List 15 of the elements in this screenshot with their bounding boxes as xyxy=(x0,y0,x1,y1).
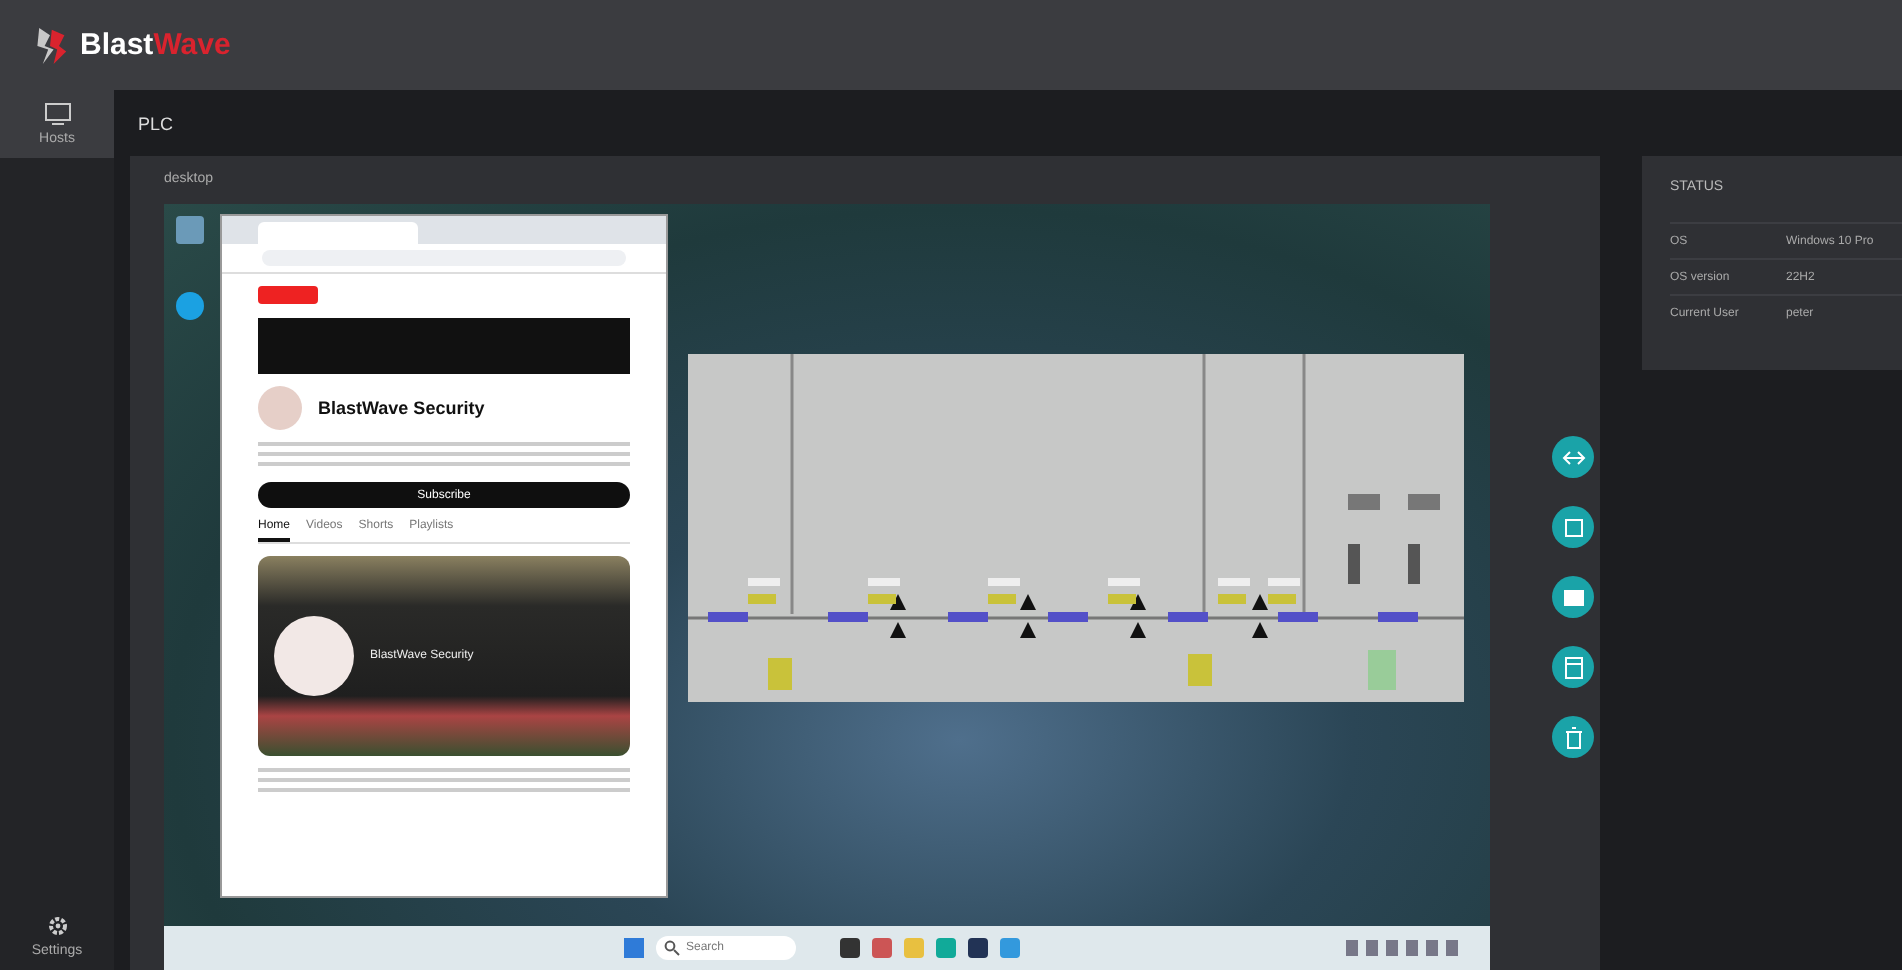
square-icon xyxy=(1561,515,1585,539)
channel-avatar-icon xyxy=(258,386,302,430)
logo-icon xyxy=(32,23,68,67)
document-icon xyxy=(1561,655,1585,679)
start-icon[interactable] xyxy=(624,938,644,958)
page-title: PLC xyxy=(138,113,174,133)
search-icon xyxy=(664,940,680,956)
settings-icon xyxy=(45,914,69,938)
channel-avatar-icon xyxy=(274,616,354,696)
channel-name: BlastWave Security xyxy=(318,398,485,418)
image-icon xyxy=(1561,585,1585,609)
double-arrow-icon xyxy=(1561,445,1585,469)
trash-icon xyxy=(1561,725,1585,749)
logo-text: BlastWave xyxy=(80,28,231,62)
monitor-icon xyxy=(43,102,71,126)
